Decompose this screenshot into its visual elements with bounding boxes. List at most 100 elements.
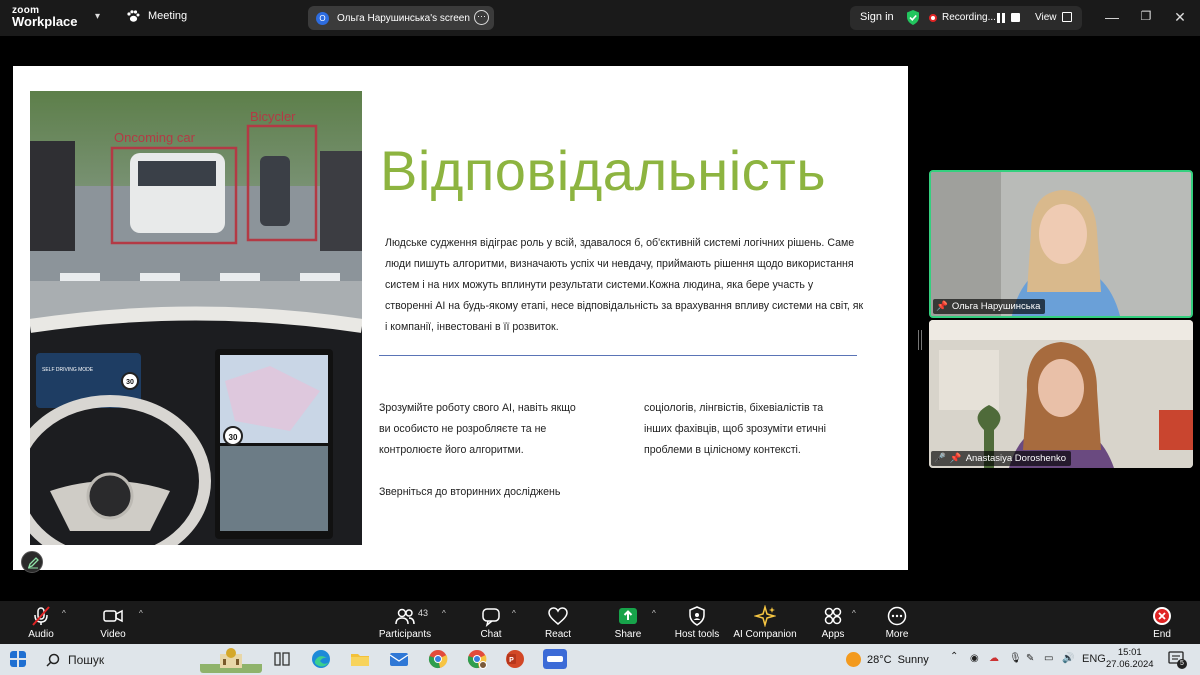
- column-line: контролюєте його алгоритми.: [379, 444, 524, 456]
- paragraph-line: створенні AI на будь-якому етапі, несе в…: [385, 300, 864, 312]
- apps-icon: [824, 607, 842, 625]
- share-button[interactable]: Share: [612, 605, 644, 640]
- participant-video-tile[interactable]: 🎤 📌 Anastasiya Doroshenko: [929, 320, 1193, 468]
- more-button[interactable]: More: [882, 605, 912, 640]
- share-options-chevron-icon[interactable]: ^: [652, 609, 656, 618]
- end-label: End: [1153, 629, 1171, 640]
- search-placeholder: Пошук: [68, 652, 105, 667]
- zoom-logo[interactable]: zoom Workplace: [12, 5, 78, 28]
- participant-nametag: 🎤 📌 Anastasiya Doroshenko: [931, 451, 1072, 466]
- clock-time: 15:01: [1117, 647, 1142, 658]
- sparkle-icon: [754, 605, 776, 627]
- video-button[interactable]: Video: [96, 605, 130, 640]
- svg-text:P: P: [509, 657, 514, 664]
- language-indicator[interactable]: ENG: [1082, 653, 1106, 665]
- file-explorer-icon[interactable]: [350, 649, 370, 669]
- title-bar: zoom Workplace ▾ Meeting O Ольга Нарушин…: [0, 0, 1200, 36]
- pin-icon: 📌: [936, 301, 948, 312]
- audio-options-chevron-icon[interactable]: ^: [62, 609, 66, 618]
- panel-resize-handle[interactable]: [918, 330, 922, 350]
- video-camera-icon: [103, 609, 123, 623]
- divider-line: [379, 355, 857, 356]
- audio-button[interactable]: Audio: [24, 605, 58, 640]
- taskbar-search[interactable]: Пошук: [40, 648, 200, 671]
- paragraph-line: і компанії, інвестовані в її розвиток.: [385, 321, 559, 333]
- monitor-tray-icon[interactable]: ▭: [1044, 653, 1053, 664]
- react-button[interactable]: React: [542, 605, 574, 640]
- zoom-app-icon[interactable]: [543, 649, 567, 669]
- tray-overflow-chevron-icon[interactable]: ⌃: [950, 651, 958, 662]
- maximize-icon[interactable]: ❐: [1136, 9, 1156, 23]
- screen-share-pill[interactable]: O Ольга Нарушинська's screen ···: [308, 6, 494, 30]
- shared-slide: Oncoming car Bicycler 30 SELF DRIVING MO…: [13, 66, 908, 570]
- task-view-icon[interactable]: [272, 649, 292, 669]
- more-options-icon[interactable]: ···: [474, 10, 489, 25]
- participant-nametag: 📌 Ольга Нарушинська: [933, 299, 1046, 314]
- mic-muted-icon: [32, 606, 50, 626]
- apps-label: Apps: [821, 629, 845, 640]
- oncoming-car-label: Oncoming car: [114, 130, 196, 145]
- share-label: Share: [614, 629, 642, 640]
- windows-start-icon[interactable]: [10, 651, 26, 667]
- screen-share-label: Ольга Нарушинська's screen: [337, 12, 470, 24]
- left-column-extra: Зверніться до вторинних досліджень: [379, 486, 561, 498]
- participants-options-chevron-icon[interactable]: ^: [442, 609, 446, 618]
- recording-indicator-icon: [929, 14, 937, 22]
- weather-temp: 28°C: [867, 653, 892, 666]
- view-button[interactable]: View: [1035, 12, 1057, 23]
- weather-widget[interactable]: 28°C Sunny: [846, 652, 929, 667]
- mic-tray-icon[interactable]: 🎙: [1009, 653, 1022, 664]
- left-column-text: Зрозумійте роботу свого AI, навіть якщо …: [379, 398, 619, 461]
- notifications-button[interactable]: 5: [1168, 650, 1187, 669]
- host-tools-label: Host tools: [674, 629, 720, 640]
- security-tray-icon[interactable]: ☁: [989, 653, 999, 664]
- column-line: проблеми в цілісному контексті.: [644, 444, 801, 456]
- slide-title: Відповідальність: [380, 139, 826, 202]
- paragraph-line: Людське судження відіграє роль у всій, з…: [385, 237, 855, 249]
- apps-options-chevron-icon[interactable]: ^: [852, 609, 856, 618]
- meeting-tray-icon[interactable]: ◉: [970, 653, 979, 664]
- chat-options-chevron-icon[interactable]: ^: [512, 609, 516, 618]
- close-icon[interactable]: ✕: [1170, 9, 1190, 26]
- speed-sign-1: 30: [126, 379, 134, 386]
- meeting-info[interactable]: Meeting: [126, 9, 187, 23]
- bicycler-label: Bicycler: [250, 109, 296, 124]
- right-column-text: соціологів, лінгвістів, біхевіалістів та…: [644, 398, 874, 461]
- security-shield-icon[interactable]: [906, 10, 920, 25]
- sign-in-button[interactable]: Sign in: [860, 11, 894, 23]
- edge-browser-icon[interactable]: [311, 649, 331, 669]
- participant-name: Ольга Нарушинська: [951, 301, 1041, 312]
- stop-recording-icon[interactable]: [1011, 13, 1020, 22]
- apps-button[interactable]: Apps: [819, 605, 847, 640]
- weather-desc: Sunny: [897, 653, 929, 666]
- minimize-icon[interactable]: —: [1102, 9, 1122, 25]
- chat-button[interactable]: Chat: [478, 605, 504, 640]
- speaker-tray-icon[interactable]: 🔊: [1062, 653, 1074, 664]
- search-highlight-church-icon[interactable]: [200, 646, 262, 673]
- participants-count-badge: 43: [418, 608, 429, 618]
- paw-icon: [127, 10, 140, 22]
- paragraph-line: люди пишуть алгоритми, визначають успіх …: [385, 258, 854, 270]
- sun-icon: [846, 652, 861, 667]
- search-icon: [46, 653, 60, 667]
- host-shield-icon: [689, 606, 705, 626]
- car-interior-illustration: Oncoming car Bicycler 30 SELF DRIVING MO…: [30, 91, 362, 545]
- mail-icon[interactable]: [389, 649, 409, 669]
- pen-tray-icon[interactable]: ✎: [1026, 653, 1034, 664]
- chrome-profile-icon[interactable]: [467, 649, 487, 669]
- powerpoint-icon[interactable]: P: [505, 649, 525, 669]
- pause-recording-icon[interactable]: [997, 13, 1006, 23]
- chevron-down-icon[interactable]: ▾: [95, 11, 100, 22]
- end-meeting-button[interactable]: End: [1148, 605, 1176, 640]
- more-dots-icon: [887, 606, 907, 626]
- annotate-pencil-icon[interactable]: [21, 551, 43, 573]
- react-label: React: [544, 629, 572, 640]
- taskbar-clock[interactable]: 15:01 27.06.2024: [1106, 647, 1154, 671]
- ai-companion-button[interactable]: AI Companion: [733, 605, 797, 640]
- host-tools-button[interactable]: Host tools: [674, 605, 720, 640]
- chrome-icon[interactable]: [428, 649, 448, 669]
- ai-companion-label: AI Companion: [733, 629, 797, 640]
- participant-video-tile[interactable]: 📌 Ольга Нарушинська: [929, 170, 1193, 318]
- view-layout-icon[interactable]: [1062, 12, 1072, 22]
- video-options-chevron-icon[interactable]: ^: [139, 609, 143, 618]
